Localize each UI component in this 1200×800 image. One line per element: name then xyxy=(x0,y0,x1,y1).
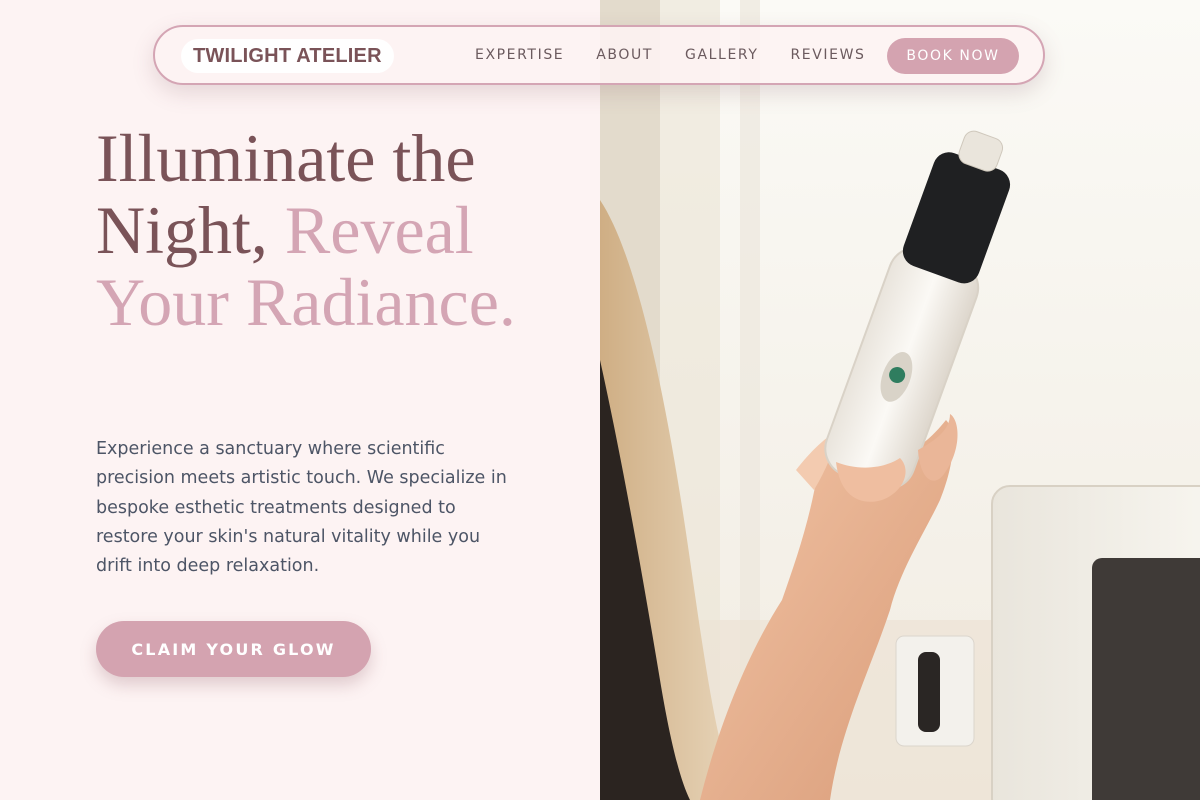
hero-title: Illuminate the Night, Reveal Your Radian… xyxy=(96,122,566,338)
nav-links: EXPERTISE ABOUT GALLERY REVIEWS xyxy=(475,27,898,83)
claim-your-glow-button[interactable]: CLAIM YOUR GLOW xyxy=(96,621,371,677)
book-now-button[interactable]: BOOK NOW xyxy=(887,38,1019,74)
nav-link-gallery[interactable]: GALLERY xyxy=(685,47,758,63)
treatment-device-illustration xyxy=(600,0,1200,800)
hero-photo xyxy=(600,0,1200,800)
hero-description: Experience a sanctuary where scientific … xyxy=(96,439,507,577)
nav-link-reviews[interactable]: REVIEWS xyxy=(790,47,865,63)
nav-link-about[interactable]: ABOUT xyxy=(596,47,653,63)
brand-logo[interactable]: TWILIGHT ATELIER xyxy=(181,39,394,73)
top-navbar: TWILIGHT ATELIER EXPERTISE ABOUT GALLERY… xyxy=(153,25,1045,85)
nav-link-expertise[interactable]: EXPERTISE xyxy=(475,47,564,63)
